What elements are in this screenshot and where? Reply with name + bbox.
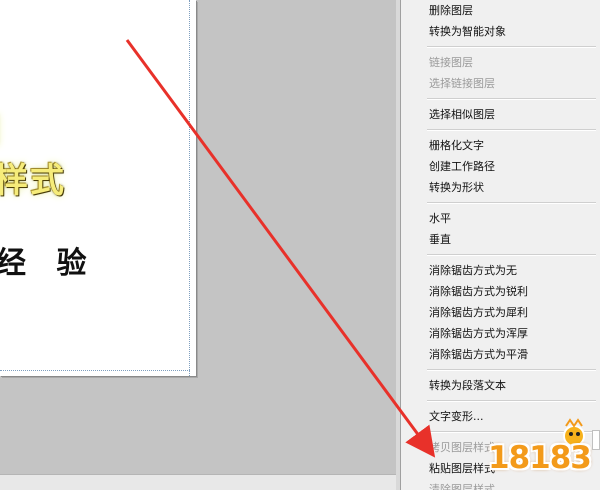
menu-item[interactable]: 消除锯齿方式为平滑 [401, 344, 600, 365]
canvas-guide-right [189, 0, 190, 376]
menu-separator [427, 129, 596, 131]
panel-edge-control[interactable] [592, 430, 600, 450]
menu-separator [427, 202, 596, 204]
menu-separator [427, 46, 596, 48]
canvas-guide-bottom [0, 370, 190, 371]
menu-item[interactable]: 垂直 [401, 229, 600, 250]
menu-separator [427, 369, 596, 371]
layer-context-menu: 删除图层 转换为智能对象链接图层选择链接图层选择相似图层 栅格化文字 创建工作路径 转换… [400, 0, 600, 490]
photoshop-window: 制 样式 经 验 删除图层转换为智能对象链接图层选择链接图层选择相似图层栅格化文… [0, 0, 600, 490]
document-canvas[interactable]: 制 样式 经 验 [0, 0, 196, 376]
menu-item[interactable]: 转换为段落文本 [401, 375, 600, 396]
menu-item: 链接图层 [429, 56, 473, 69]
plain-text-layer[interactable]: 经 验 [0, 238, 96, 282]
menu-item[interactable]: 消除锯齿方式为浑厚 [401, 323, 600, 344]
horizontal-scrollbar[interactable] [0, 474, 400, 490]
menu-item[interactable]: 栅格化文字 [401, 135, 600, 156]
watermark-text: 18183 [488, 440, 592, 476]
menu-item[interactable]: 创建工作路径 [401, 156, 600, 177]
menu-item[interactable]: 删除图层 [401, 0, 600, 21]
menu-item[interactable]: 消除锯齿方式为无 [401, 260, 600, 281]
menu-item[interactable]: 水平 [401, 208, 600, 229]
menu-item: 选择链接图层 [429, 77, 495, 90]
menu-item[interactable]: 消除锯齿方式为犀利 [401, 302, 600, 323]
menu-item[interactable]: 转换为智能对象 [401, 21, 600, 42]
canvas-workspace[interactable]: 制 样式 经 验 [0, 0, 400, 474]
menu-item[interactable]: 转换为形状 [401, 177, 600, 198]
menu-separator [427, 98, 596, 100]
menu-separator [427, 254, 596, 256]
styled-text-line-1[interactable]: 制 [0, 104, 2, 153]
menu-separator [427, 400, 596, 402]
styled-text-line-2[interactable]: 样式 [0, 153, 66, 202]
site-watermark: 18183 [478, 418, 600, 490]
menu-item[interactable]: 消除锯齿方式为锐利 [401, 281, 600, 302]
menu-item[interactable]: 选择相似图层 [401, 104, 600, 125]
